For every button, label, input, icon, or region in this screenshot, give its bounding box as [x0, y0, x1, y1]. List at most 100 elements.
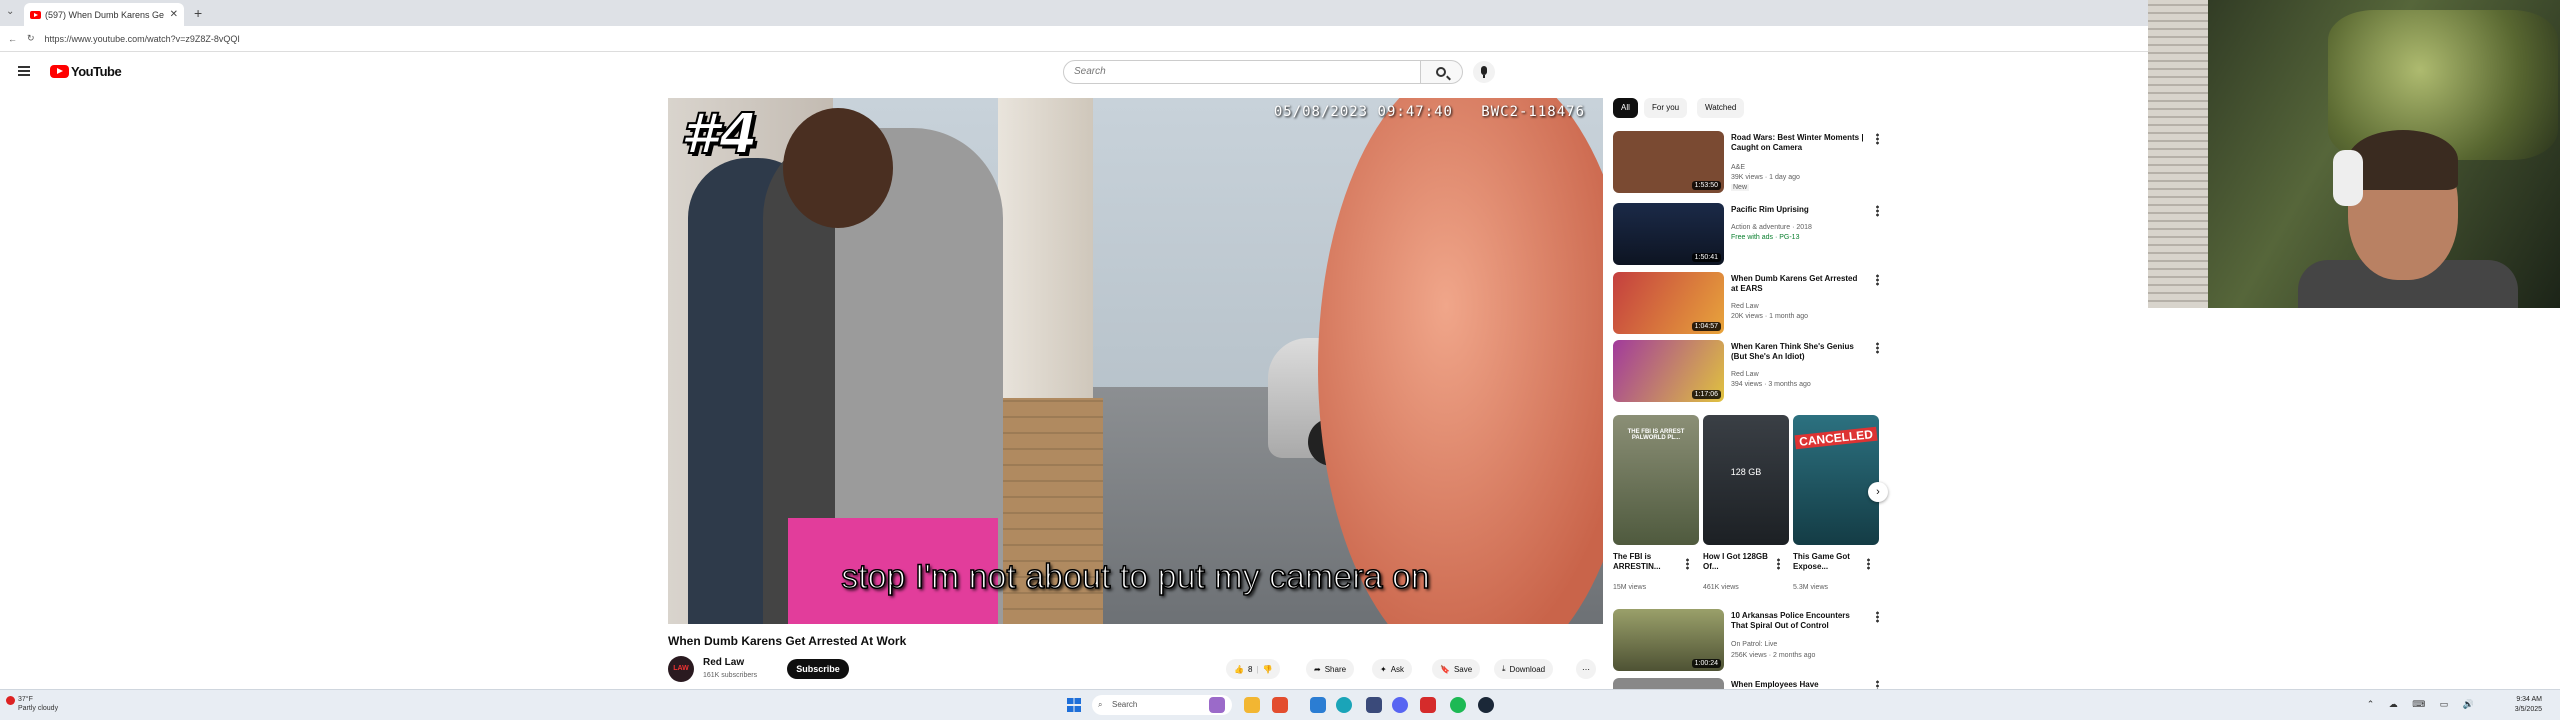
short-thumbnail[interactable]: 128 GB [1703, 415, 1789, 545]
channel-avatar[interactable]: LAW [668, 656, 694, 682]
recommended-video[interactable]: 1:50:41 Pacific Rim Uprising Action & ad… [1613, 203, 1883, 267]
youtube-logo-text: YouTube [71, 64, 122, 79]
bodycam-timestamp: 05/08/2023 09:47:40 BWC2-118476 [1274, 104, 1585, 120]
subscribe-button[interactable]: Subscribe [787, 659, 849, 679]
recommended-video[interactable]: When Employees Have [1613, 678, 1883, 689]
recommended-video[interactable]: 1:53:50 Road Wars: Best Winter Moments |… [1613, 131, 1883, 195]
short-overlay-text: THE FBI IS ARREST PALWORLD PL... [1627, 429, 1685, 441]
rec-meta: 256K views · 2 months ago [1731, 652, 1816, 659]
like-button[interactable]: 👍 8 | 👎 [1226, 659, 1281, 679]
taskbar-app-icon[interactable] [1209, 697, 1225, 713]
video-player[interactable]: #4 05/08/2023 09:47:40 BWC2-118476 stop … [668, 98, 1603, 624]
taskbar-app-icon[interactable] [1272, 697, 1288, 713]
short-title[interactable]: How I Got 128GB Of... [1703, 552, 1773, 572]
more-options-icon[interactable] [1876, 133, 1879, 145]
youtube-play-icon [50, 65, 69, 78]
rec-title[interactable]: When Karen Think She's Genius (But She's… [1731, 342, 1866, 362]
rec-title[interactable]: Road Wars: Best Winter Moments | Caught … [1731, 133, 1866, 153]
bodycam-id: BWC2-118476 [1481, 104, 1585, 120]
rec-meta: 20K views · 1 month ago [1731, 313, 1809, 320]
chip-for-you[interactable]: For you [1644, 98, 1688, 118]
short-thumbnail[interactable]: THE FBI IS ARREST PALWORLD PL... [1613, 415, 1699, 545]
recommended-video[interactable]: 1:00:24 10 Arkansas Police Encounters Th… [1613, 609, 1883, 673]
video-thumbnail[interactable] [1613, 678, 1724, 689]
new-tab-button[interactable]: + [194, 5, 202, 21]
weather-widget[interactable]: 37°F Partly cloudy [6, 695, 59, 713]
short-views: 461K views [1703, 584, 1739, 591]
taskbar-app-icon[interactable] [1366, 697, 1382, 713]
channel-name[interactable]: Red Law [703, 657, 744, 668]
browser-tab[interactable]: (597) When Dumb Karens Ge ✕ [24, 3, 184, 26]
short-thumbnail[interactable]: CANCELLED [1793, 415, 1879, 545]
windows-taskbar: 37°F Partly cloudy ⌕ Search ⌃ ☁ ⌨ ▭ 🔊 9:… [0, 689, 2560, 720]
spotify-icon[interactable] [1450, 697, 1466, 713]
video-thumbnail[interactable]: 1:53:50 [1613, 131, 1724, 193]
rec-title[interactable]: Pacific Rim Uprising [1731, 205, 1866, 215]
thumbs-down-icon[interactable]: 👎 [1263, 665, 1273, 674]
close-tab-icon[interactable]: ✕ [170, 9, 178, 20]
recommended-video[interactable]: 1:04:57 When Dumb Karens Get Arrested at… [1613, 272, 1883, 336]
more-options-icon[interactable] [1686, 558, 1689, 570]
video-thumbnail[interactable]: 1:04:57 [1613, 272, 1724, 334]
rec-channel[interactable]: Red Law [1731, 371, 1759, 378]
chip-watched[interactable]: Watched [1697, 98, 1745, 118]
clock-time: 9:34 AM [2516, 696, 2542, 703]
video-scene-blurred-hand [1318, 98, 1603, 624]
system-tray-icons[interactable]: ⌃ ☁ ⌨ ▭ 🔊 [2367, 699, 2480, 710]
more-options-icon[interactable] [1867, 558, 1870, 570]
bookmark-icon: 🔖 [1440, 664, 1450, 674]
short-title[interactable]: This Game Got Expose... [1793, 552, 1863, 572]
reload-icon[interactable]: ↻ [27, 33, 35, 44]
more-options-icon[interactable] [1876, 680, 1879, 689]
more-options-icon[interactable] [1876, 611, 1879, 623]
back-icon[interactable]: ← [8, 34, 17, 44]
video-thumbnail[interactable]: 1:50:41 [1613, 203, 1724, 265]
more-options-icon[interactable] [1876, 342, 1879, 354]
taskbar-app-icon[interactable] [1420, 697, 1436, 713]
taskbar-clock[interactable]: 9:34 AM 3/5/2025 [2515, 695, 2542, 715]
webcam-window-blind [2148, 0, 2208, 308]
weather-temp: 37°F [18, 696, 33, 703]
more-actions-button[interactable]: ⋯ [1576, 659, 1596, 679]
video-duration: 1:53:50 [1691, 181, 1721, 190]
rec-channel[interactable]: On Patrol: Live [1731, 641, 1777, 648]
rec-title[interactable]: When Dumb Karens Get Arrested at EARS [1731, 274, 1866, 294]
more-options-icon[interactable] [1876, 274, 1879, 286]
menu-icon[interactable] [18, 66, 30, 76]
more-options-icon[interactable] [1777, 558, 1780, 570]
discord-icon[interactable] [1392, 697, 1408, 713]
download-button[interactable]: ⤓ Download [1494, 659, 1554, 679]
recommended-video[interactable]: 1:17:06 When Karen Think She's Genius (B… [1613, 340, 1883, 404]
tab-list-chevron-icon[interactable]: ⌄ [6, 6, 14, 17]
short-overlay-text: 128 GB [1730, 467, 1762, 477]
rec-title[interactable]: 10 Arkansas Police Encounters That Spira… [1731, 611, 1866, 631]
chip-all[interactable]: All [1613, 98, 1638, 118]
url-field[interactable]: https://www.youtube.com/watch?v=z9Z8Z-8v… [45, 34, 240, 44]
voice-search-icon[interactable] [1473, 61, 1495, 83]
windows-start-icon[interactable] [1067, 698, 1081, 712]
browser-tab-bar: ⌄ (597) When Dumb Karens Ge ✕ + [0, 0, 2148, 26]
shorts-next-button[interactable]: › [1868, 482, 1888, 502]
rec-title[interactable]: When Employees Have [1731, 680, 1866, 689]
youtube-logo[interactable]: YouTube [50, 64, 122, 79]
search-button[interactable] [1421, 60, 1463, 84]
browser-icon[interactable] [1336, 697, 1352, 713]
video-rank-overlay: #4 [679, 101, 759, 168]
rec-meta: 39K views · 1 day ago [1731, 174, 1800, 181]
search-input[interactable]: Search [1063, 60, 1421, 84]
share-label: Share [1324, 664, 1347, 674]
taskbar-app-icon[interactable] [1310, 697, 1326, 713]
video-thumbnail[interactable]: 1:17:06 [1613, 340, 1724, 402]
short-views: 15M views [1613, 584, 1647, 591]
video-thumbnail[interactable]: 1:00:24 [1613, 609, 1724, 671]
short-title[interactable]: The FBI is ARRESTIN... [1613, 552, 1683, 572]
rec-channel[interactable]: Red Law [1731, 303, 1759, 310]
weather-desc: Partly cloudy [18, 705, 59, 712]
share-button[interactable]: ➦ Share [1306, 659, 1355, 679]
rec-channel[interactable]: A&E [1731, 164, 1745, 171]
more-options-icon[interactable] [1876, 205, 1879, 217]
file-explorer-icon[interactable] [1244, 697, 1260, 713]
steam-icon[interactable] [1478, 697, 1494, 713]
ask-button[interactable]: ✦ Ask [1372, 659, 1413, 679]
save-button[interactable]: 🔖 Save [1432, 659, 1481, 679]
